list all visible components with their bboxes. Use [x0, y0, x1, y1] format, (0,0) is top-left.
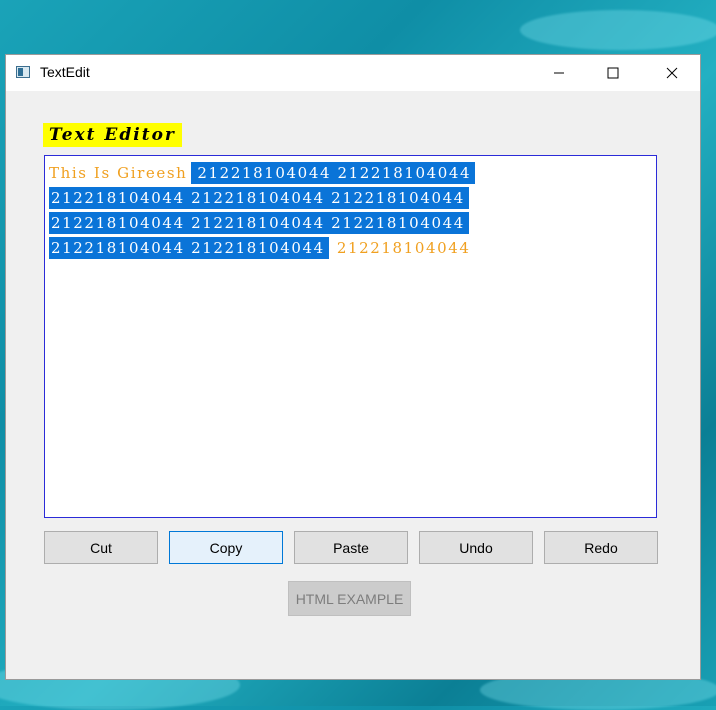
window-title: TextEdit: [40, 64, 90, 80]
app-window-icon: [16, 66, 30, 78]
textedit-window: TextEdit Text Editor This Is Gireesh 2122…: [5, 54, 701, 680]
plain-text: 212218104044: [336, 239, 471, 257]
cut-button[interactable]: Cut: [44, 531, 158, 564]
editor-content[interactable]: This Is Gireesh 212218104044 212218104044…: [49, 161, 639, 261]
editor-line-4: 212218104044 212218104044 212218104044: [49, 236, 639, 261]
minimize-button[interactable]: [536, 55, 582, 91]
editor-line-2: 212218104044 212218104044 212218104044: [49, 186, 639, 211]
selected-text: 212218104044 212218104044: [191, 162, 476, 184]
html-example-button[interactable]: HTML EXAMPLE: [288, 581, 411, 616]
redo-button[interactable]: Redo: [544, 531, 658, 564]
close-button[interactable]: [649, 55, 695, 91]
selected-text: 212218104044 212218104044 212218104044: [49, 187, 469, 209]
selected-text: 212218104044 212218104044 212218104044: [49, 212, 469, 234]
editor-line-3: 212218104044 212218104044 212218104044: [49, 211, 639, 236]
paste-button[interactable]: Paste: [294, 531, 408, 564]
heading-label: Text Editor: [43, 123, 182, 147]
plain-text: This Is Gireesh: [49, 164, 188, 182]
maximize-button[interactable]: [590, 55, 636, 91]
copy-button[interactable]: Copy: [169, 531, 283, 564]
undo-button[interactable]: Undo: [419, 531, 533, 564]
editor-line-1: This Is Gireesh 212218104044 212218104044: [49, 161, 639, 186]
background-wave: [520, 10, 716, 50]
selected-text: 212218104044 212218104044: [49, 237, 329, 259]
title-bar[interactable]: TextEdit: [6, 55, 700, 91]
text-editor-area[interactable]: This Is Gireesh 212218104044 212218104044…: [44, 155, 657, 518]
maximize-icon: [607, 67, 619, 79]
close-icon: [666, 67, 678, 79]
minimize-icon: [554, 72, 564, 74]
